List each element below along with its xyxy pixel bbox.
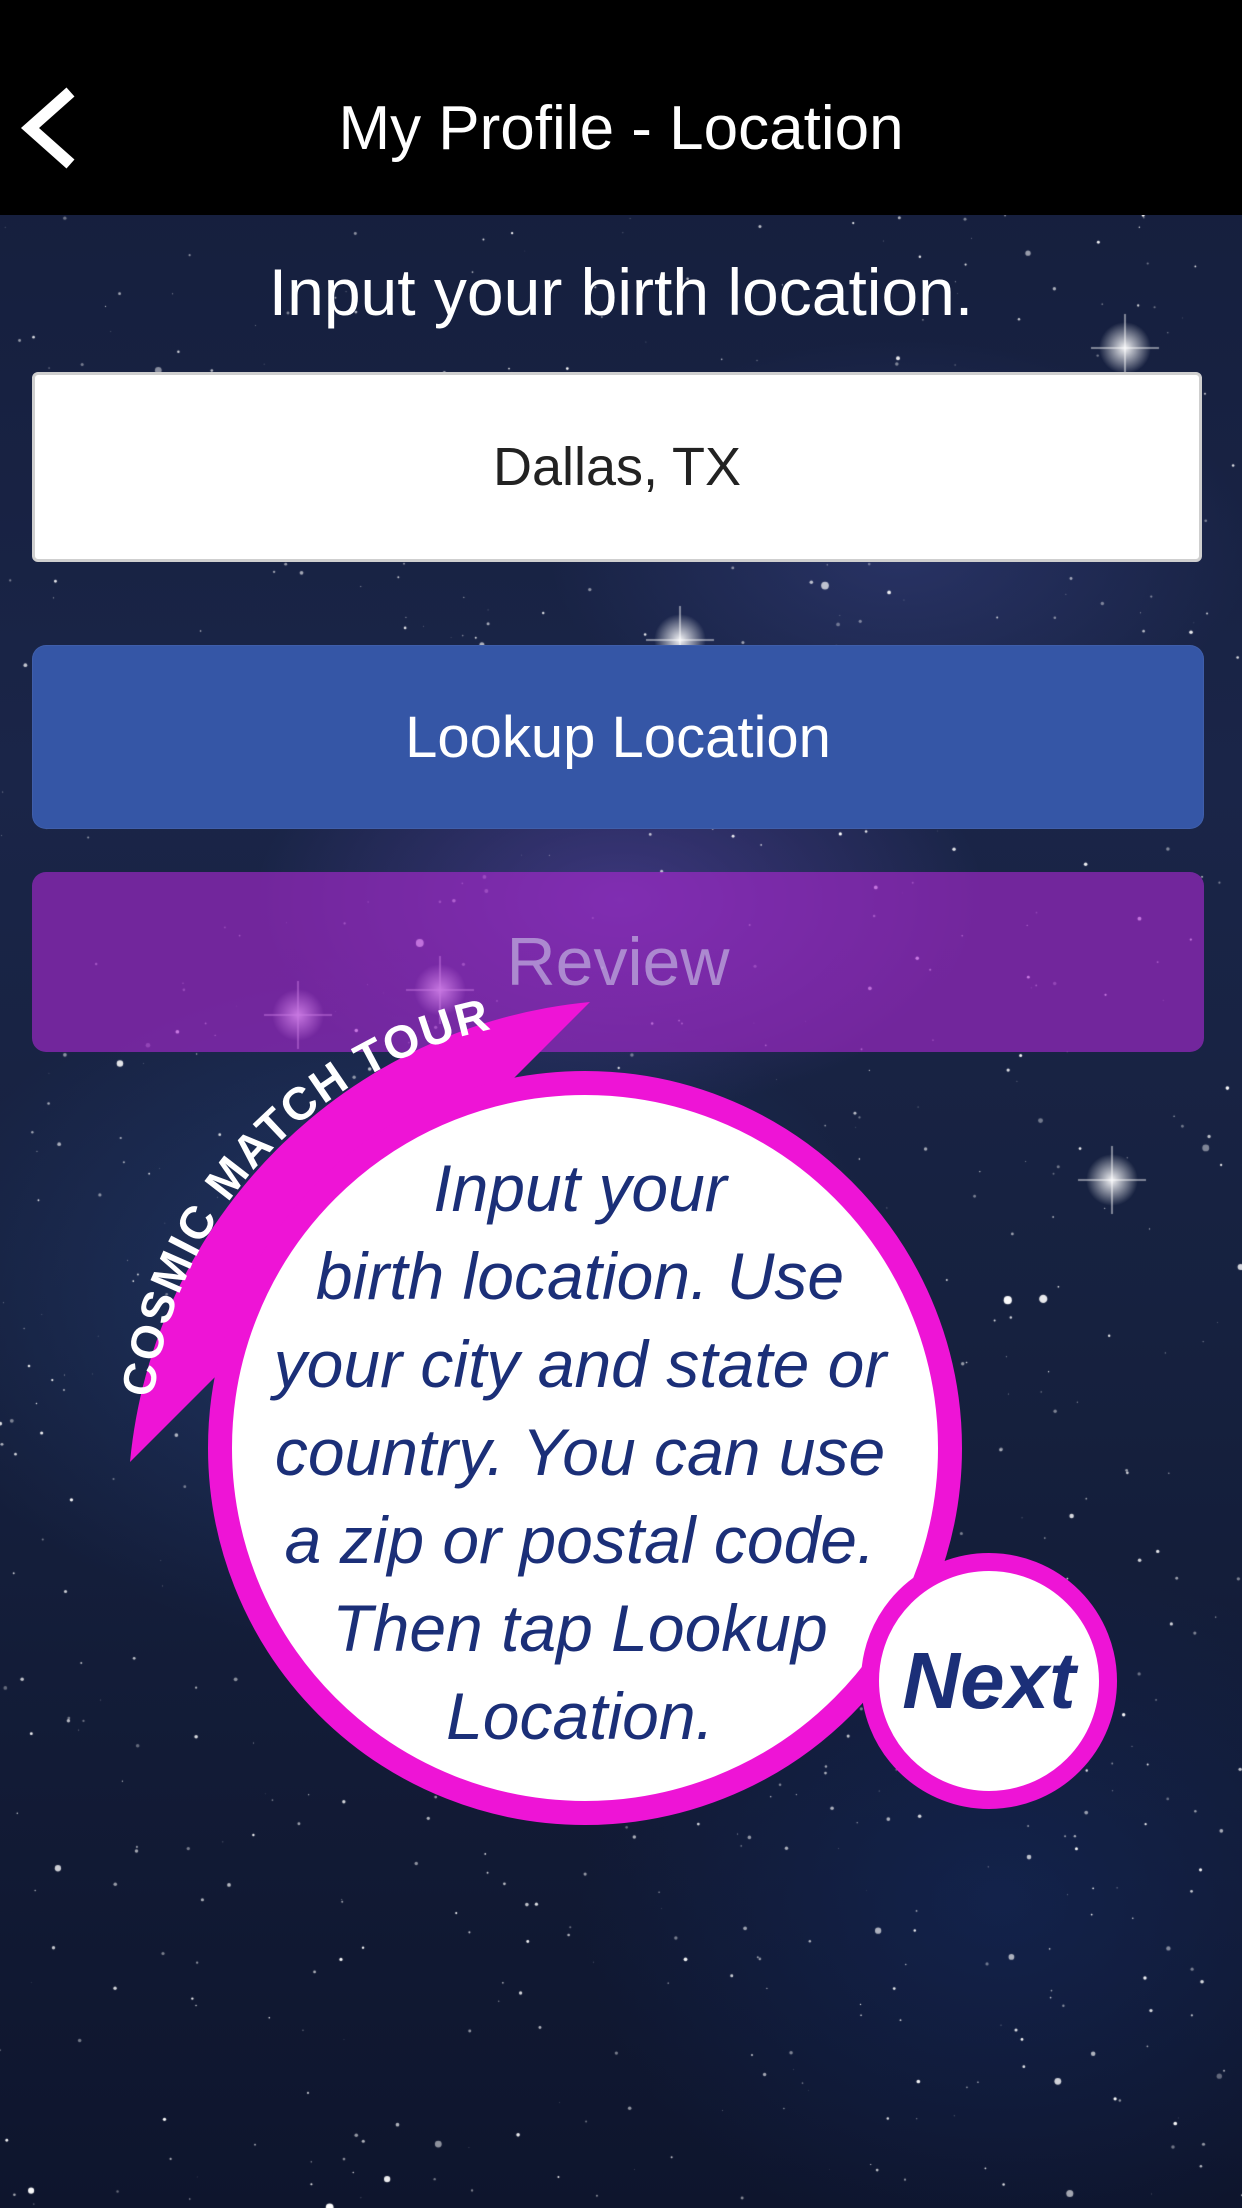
tour-overlay: COSMIC MATCH TOUR: [111, 988, 962, 1825]
tour-message: Input your birth location. Use your city…: [273, 1151, 887, 1753]
tour-next-button[interactable]: Next: [861, 1553, 1117, 1809]
